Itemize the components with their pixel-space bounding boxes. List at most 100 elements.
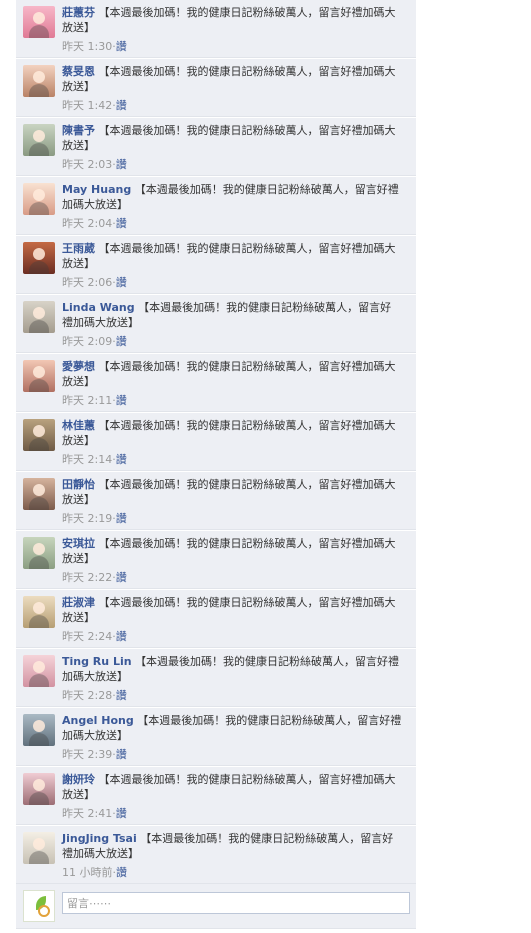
comment-meta: 昨天 2:24‧讚 [62,630,127,643]
comment-meta: 昨天 2:03‧讚 [62,158,127,171]
commenter-name-link[interactable]: 莊蕙芬 [62,6,95,19]
comment-text: 田靜怡 【本週最後加碼！我的健康日記粉絲破萬人，留言好禮加碼大放送】 [62,477,402,507]
comment-meta: 11 小時前‧讚 [62,866,127,879]
comment-meta: 昨天 2:06‧讚 [62,276,127,289]
commenter-name-link[interactable]: 莊淑津 [62,596,95,609]
comment-item: 田靜怡 【本週最後加碼！我的健康日記粉絲破萬人，留言好禮加碼大放送】 昨天 2:… [16,472,416,530]
commenter-name-link[interactable]: 愛夢想 [62,360,95,373]
avatar[interactable] [23,773,55,805]
avatar[interactable] [23,478,55,510]
comment-timestamp[interactable]: 昨天 2:14 [62,453,112,466]
comment-timestamp[interactable]: 昨天 2:11 [62,394,112,407]
comment-meta: 昨天 2:04‧讚 [62,217,127,230]
comment-text: Angel Hong 【本週最後加碼！我的健康日記粉絲破萬人，留言好禮加碼大放送… [62,713,402,743]
like-link[interactable]: 讚 [116,512,127,525]
avatar[interactable] [23,242,55,274]
avatar[interactable] [23,832,55,864]
comment-item: 莊蕙芬 【本週最後加碼！我的健康日記粉絲破萬人，留言好禮加碼大放送】 昨天 1:… [16,0,416,58]
like-link[interactable]: 讚 [116,571,127,584]
commenter-name-link[interactable]: 謝妍玲 [62,773,95,786]
avatar[interactable] [23,65,55,97]
avatar[interactable] [23,419,55,451]
commenter-name-link[interactable]: May Huang [62,183,131,196]
commenter-name-link[interactable]: 田靜怡 [62,478,95,491]
commenter-name-link[interactable]: Angel Hong [62,714,134,727]
comment-text: JingJing Tsai 【本週最後加碼！我的健康日記粉絲破萬人，留言好禮加碼… [62,831,402,861]
like-link[interactable]: 讚 [116,748,127,761]
commenter-name-link[interactable]: 陳書予 [62,124,95,137]
avatar[interactable] [23,6,55,38]
comment-timestamp[interactable]: 11 小時前 [62,866,113,879]
like-link[interactable]: 讚 [116,40,127,53]
comment-text: May Huang 【本週最後加碼！我的健康日記粉絲破萬人，留言好禮加碼大放送】 [62,182,402,212]
comment-timestamp[interactable]: 昨天 2:19 [62,512,112,525]
comment-text: 莊淑津 【本週最後加碼！我的健康日記粉絲破萬人，留言好禮加碼大放送】 [62,595,402,625]
comment-text: 王雨葳 【本週最後加碼！我的健康日記粉絲破萬人，留言好禮加碼大放送】 [62,241,402,271]
avatar[interactable] [23,714,55,746]
like-link[interactable]: 讚 [116,99,127,112]
comment-composer [16,884,416,929]
comment-timestamp[interactable]: 昨天 2:09 [62,335,112,348]
comment-meta: 昨天 1:42‧讚 [62,99,127,112]
comment-timestamp[interactable]: 昨天 2:24 [62,630,112,643]
like-link[interactable]: 讚 [116,630,127,643]
comment-text: Linda Wang 【本週最後加碼！我的健康日記粉絲破萬人，留言好禮加碼大放送… [62,300,402,330]
commenter-name-link[interactable]: Linda Wang [62,301,135,314]
comment-text: 蔡旻恩 【本週最後加碼！我的健康日記粉絲破萬人，留言好禮加碼大放送】 [62,64,402,94]
commenter-name-link[interactable]: 安琪拉 [62,537,95,550]
like-link[interactable]: 讚 [116,217,127,230]
avatar[interactable] [23,360,55,392]
comment-item: Linda Wang 【本週最後加碼！我的健康日記粉絲破萬人，留言好禮加碼大放送… [16,295,416,353]
avatar[interactable] [23,183,55,215]
comment-message: 【本週最後加碼！我的健康日記粉絲破萬人，留言好禮加碼大放送】 [62,419,396,447]
comment-message: 【本週最後加碼！我的健康日記粉絲破萬人，留言好禮加碼大放送】 [62,478,396,506]
comment-timestamp[interactable]: 昨天 2:28 [62,689,112,702]
commenter-name-link[interactable]: 林佳蕙 [62,419,95,432]
comment-item: 安琪拉 【本週最後加碼！我的健康日記粉絲破萬人，留言好禮加碼大放送】 昨天 2:… [16,531,416,589]
comment-timestamp[interactable]: 昨天 2:22 [62,571,112,584]
avatar[interactable] [23,124,55,156]
like-link[interactable]: 讚 [116,453,127,466]
comment-timestamp[interactable]: 昨天 1:30 [62,40,112,53]
comment-item: 莊淑津 【本週最後加碼！我的健康日記粉絲破萬人，留言好禮加碼大放送】 昨天 2:… [16,590,416,648]
like-link[interactable]: 讚 [116,866,127,879]
comment-meta: 昨天 1:30‧讚 [62,40,127,53]
comment-item: 謝妍玲 【本週最後加碼！我的健康日記粉絲破萬人，留言好禮加碼大放送】 昨天 2:… [16,767,416,825]
comment-meta: 昨天 2:19‧讚 [62,512,127,525]
comment-meta: 昨天 2:39‧讚 [62,748,127,761]
comment-timestamp[interactable]: 昨天 1:42 [62,99,112,112]
comment-timestamp[interactable]: 昨天 2:04 [62,217,112,230]
avatar[interactable] [23,655,55,687]
comment-timestamp[interactable]: 昨天 2:39 [62,748,112,761]
commenter-name-link[interactable]: 蔡旻恩 [62,65,95,78]
comment-item: May Huang 【本週最後加碼！我的健康日記粉絲破萬人，留言好禮加碼大放送】… [16,177,416,235]
comment-input[interactable] [62,892,410,914]
like-link[interactable]: 讚 [116,394,127,407]
comment-text: 陳書予 【本週最後加碼！我的健康日記粉絲破萬人，留言好禮加碼大放送】 [62,123,402,153]
comment-thread: 莊蕙芬 【本週最後加碼！我的健康日記粉絲破萬人，留言好禮加碼大放送】 昨天 1:… [16,0,416,929]
avatar[interactable] [23,596,55,628]
like-link[interactable]: 讚 [116,689,127,702]
comment-item: 林佳蕙 【本週最後加碼！我的健康日記粉絲破萬人，留言好禮加碼大放送】 昨天 2:… [16,413,416,471]
comment-message: 【本週最後加碼！我的健康日記粉絲破萬人，留言好禮加碼大放送】 [62,124,396,152]
commenter-name-link[interactable]: 王雨葳 [62,242,95,255]
comment-item: 蔡旻恩 【本週最後加碼！我的健康日記粉絲破萬人，留言好禮加碼大放送】 昨天 1:… [16,59,416,117]
like-link[interactable]: 讚 [116,276,127,289]
comment-timestamp[interactable]: 昨天 2:03 [62,158,112,171]
comment-message: 【本週最後加碼！我的健康日記粉絲破萬人，留言好禮加碼大放送】 [62,360,396,388]
comment-item: JingJing Tsai 【本週最後加碼！我的健康日記粉絲破萬人，留言好禮加碼… [16,826,416,884]
comment-text: 安琪拉 【本週最後加碼！我的健康日記粉絲破萬人，留言好禮加碼大放送】 [62,536,402,566]
commenter-name-link[interactable]: JingJing Tsai [62,832,137,845]
comment-timestamp[interactable]: 昨天 2:41 [62,807,112,820]
commenter-name-link[interactable]: Ting Ru Lin [62,655,132,668]
avatar[interactable] [23,301,55,333]
avatar[interactable] [23,537,55,569]
like-link[interactable]: 讚 [116,158,127,171]
comment-text: Ting Ru Lin 【本週最後加碼！我的健康日記粉絲破萬人，留言好禮加碼大放… [62,654,402,684]
comment-meta: 昨天 2:28‧讚 [62,689,127,702]
like-link[interactable]: 讚 [116,807,127,820]
comment-message: 【本週最後加碼！我的健康日記粉絲破萬人，留言好禮加碼大放送】 [62,773,396,801]
comment-message: 【本週最後加碼！我的健康日記粉絲破萬人，留言好禮加碼大放送】 [62,596,396,624]
like-link[interactable]: 讚 [116,335,127,348]
comment-timestamp[interactable]: 昨天 2:06 [62,276,112,289]
